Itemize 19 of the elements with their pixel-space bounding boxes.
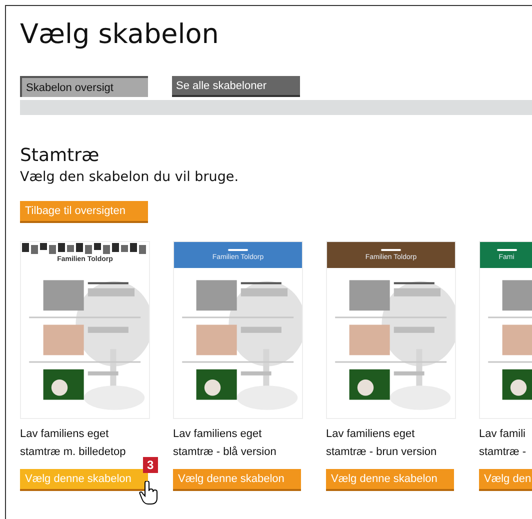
page-title: Vælg skabelon [20,18,220,52]
template-description: Lav famili stamtræ - [479,427,528,460]
choose-template-button[interactable]: Vælg denne skabelon [326,469,454,491]
template-description: Lav familiens eget stamtræ - brun version [326,427,438,460]
logo-icon [228,248,248,252]
back-button[interactable]: Tilbage til oversigten [20,201,148,223]
step-badge: 3 [143,457,158,473]
tab[interactable]: Skabelon oversigt [20,76,148,97]
template-description: Lav familiens eget stamtræ m. billedetop [20,427,127,460]
tab[interactable]: Se alle skabeloner [172,76,300,97]
choose-template-button[interactable]: Vælg denne skabelon [173,469,301,491]
hand-cursor-icon [139,481,159,505]
section-subtitle: Vælg den skabelon du vil bruge. [20,169,240,185]
section-heading: Stamtræ [20,145,100,166]
logo-icon [381,248,401,252]
logo-icon [496,248,516,252]
choose-template-button[interactable]: Vælg den [479,469,532,491]
choose-template-button[interactable]: Vælg denne skabelon [20,469,148,491]
template-description: Lav familiens eget stamtræ - blå version [173,427,278,460]
